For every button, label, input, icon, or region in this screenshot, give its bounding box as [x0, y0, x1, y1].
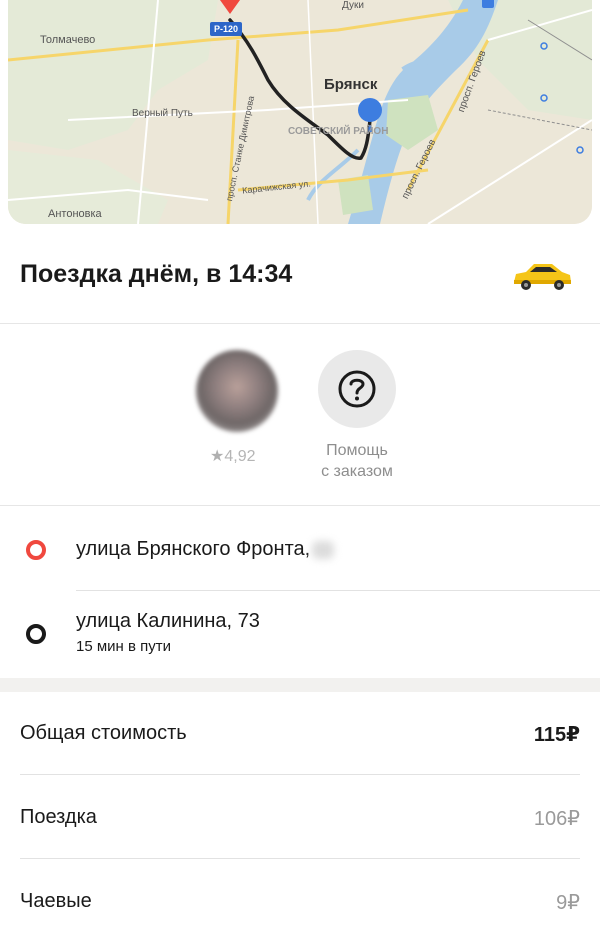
taxi-car-icon — [514, 264, 571, 290]
question-icon — [338, 370, 376, 408]
route-point-destination[interactable]: улица Калинина, 73 15 мин в пути — [0, 592, 600, 676]
trip-duration: 15 мин в пути — [76, 638, 172, 655]
section-divider — [0, 678, 600, 692]
map-label-sovetsky: СОВЕТСКИЙ РАЙОН — [288, 126, 389, 137]
help-button[interactable] — [318, 350, 396, 428]
route-divider — [76, 590, 600, 591]
cost-divider — [20, 774, 580, 775]
driver-rating: ★4,92 — [210, 446, 255, 466]
transit-station-icon — [482, 0, 494, 8]
driver-avatar[interactable] — [196, 350, 278, 432]
cost-row-total: Общая стоимость 115₽ — [0, 692, 600, 776]
trip-header: Поездка днём, в 14:34 — [0, 240, 600, 324]
destination-address: улица Калинина, 73 — [76, 610, 260, 632]
destination-dot-icon — [26, 624, 46, 644]
route-point-origin[interactable]: улица Брянского Фронта, — [0, 508, 600, 592]
redacted-house-number — [312, 540, 335, 559]
origin-address: улица Брянского Фронта, — [76, 538, 335, 561]
cost-row-ride: Поездка 106₽ — [0, 776, 600, 860]
trip-title: Поездка днём, в 14:34 — [20, 260, 293, 288]
help-label[interactable]: Помощь с заказом — [296, 440, 418, 482]
map-label-duki: Дуки — [342, 0, 364, 11]
cost-divider — [20, 858, 580, 859]
cost-section: Общая стоимость 115₽ Поездка 106₽ Чаевые… — [0, 692, 600, 925]
star-icon: ★ — [210, 448, 225, 465]
map-label-antonovka: Антоновка — [48, 208, 102, 220]
trip-details-card: Р-120 Дуки Толмачево Верный Путь Антонов… — [0, 0, 600, 925]
driver-and-help-section: ★4,92 Помощь с заказом — [0, 326, 600, 506]
origin-address-text: улица Брянского Фронта, — [76, 538, 311, 560]
map-canvas — [8, 0, 592, 224]
origin-dot-icon — [26, 540, 46, 560]
cost-row-tips: Чаевые 9₽ — [0, 860, 600, 925]
route-section: улица Брянского Фронта, улица Калинина, … — [0, 508, 600, 678]
help-label-line2: с заказом — [321, 463, 393, 480]
total-cost-value: 115₽ — [533, 724, 580, 746]
road-number-badge: Р-120 — [210, 22, 242, 36]
tips-value: 9₽ — [556, 892, 580, 914]
driver-rating-value: 4,92 — [224, 448, 256, 465]
map-label-verny-put: Верный Путь — [132, 108, 193, 119]
ride-cost-value: 106₽ — [533, 808, 580, 830]
tips-label: Чаевые — [20, 890, 92, 912]
destination-pin-icon — [358, 98, 382, 122]
help-label-line1: Помощь — [326, 442, 388, 459]
map-label-tolmachevo: Толмачево — [40, 34, 96, 46]
route-map[interactable]: Р-120 Дуки Толмачево Верный Путь Антонов… — [8, 0, 592, 224]
ride-cost-label: Поездка — [20, 806, 97, 828]
map-label-bryansk: Брянск — [324, 76, 378, 93]
total-cost-label: Общая стоимость — [20, 722, 187, 744]
